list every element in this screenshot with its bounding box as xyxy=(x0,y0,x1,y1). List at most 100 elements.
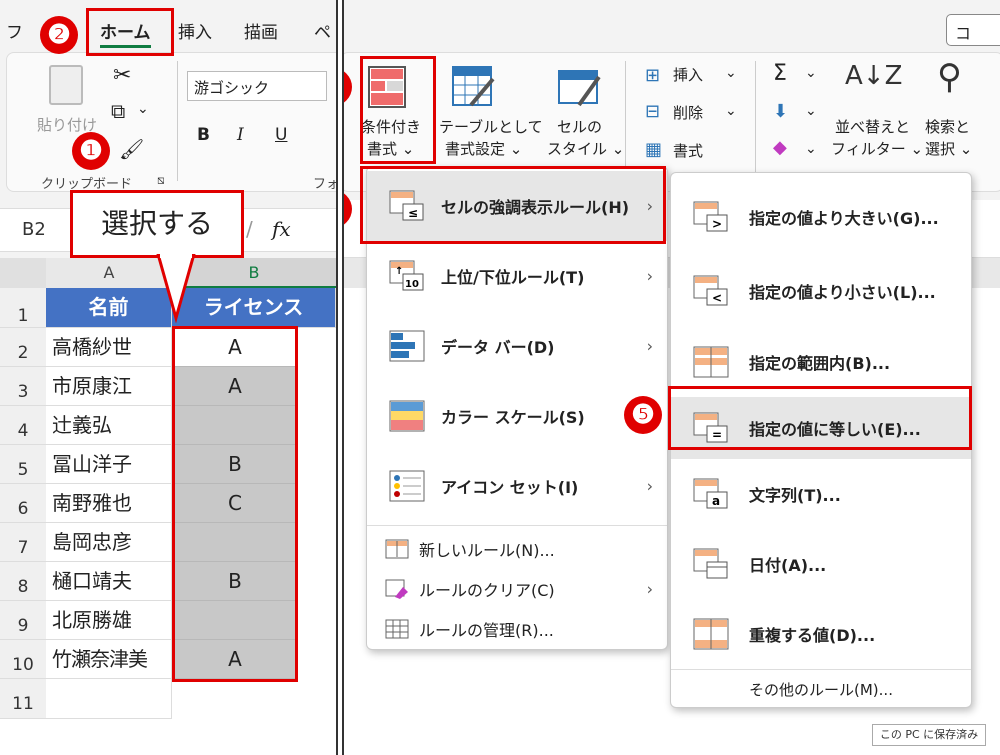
menu-item-top-bottom[interactable]: ↑ 10 上位/下位ルール(T) › xyxy=(367,241,667,311)
submenu-item-greater-than[interactable]: > 指定の値より大きい(G)... xyxy=(671,179,971,255)
cell-styles-icon[interactable] xyxy=(557,65,601,109)
color-scale-icon xyxy=(389,400,425,432)
dialog-launcher-icon[interactable]: ⧅ xyxy=(157,173,165,188)
table-cell[interactable]: 竹瀬奈津美 xyxy=(46,640,172,679)
between-icon xyxy=(693,346,729,378)
select-all-corner[interactable] xyxy=(0,258,46,288)
duplicate-values-icon xyxy=(693,618,729,650)
tab-insert[interactable]: 挿入 xyxy=(178,18,212,43)
find-select-label2[interactable]: 選択 ⌄ xyxy=(925,139,972,159)
comment-button[interactable]: コ xyxy=(946,14,1000,46)
row-header[interactable]: 8 xyxy=(0,562,46,601)
format-painter-icon[interactable]: 🖌 xyxy=(119,137,144,161)
chevron-right-icon: › xyxy=(646,336,653,356)
clear-icon[interactable]: ◆ xyxy=(773,137,787,158)
equal-to-highlight xyxy=(668,386,972,450)
save-status: この PC に保存済み xyxy=(872,724,986,746)
clear-rules-icon xyxy=(385,579,408,599)
menu-item-data-bar[interactable]: データ バー(D) › xyxy=(367,311,667,381)
name-box[interactable]: B2 xyxy=(22,219,46,240)
clear-dropdown-icon[interactable]: ⌄ xyxy=(805,141,817,157)
less-than-icon: < xyxy=(693,275,728,306)
fill-dropdown-icon[interactable]: ⌄ xyxy=(805,103,817,119)
copy-icon[interactable]: ⧉ xyxy=(111,99,125,123)
menu-item-color-scale[interactable]: カラー スケール(S) xyxy=(367,381,667,451)
data-bar-icon xyxy=(389,330,425,362)
function-icon[interactable]: fx xyxy=(272,217,291,241)
format-as-table-icon[interactable] xyxy=(451,65,495,109)
row-header[interactable]: 5 xyxy=(0,445,46,484)
sort-filter-button[interactable]: 並べ替えと xyxy=(835,117,910,137)
step-5-marker: ❺ xyxy=(624,396,662,434)
greater-than-icon: > xyxy=(693,201,728,232)
row-header[interactable]: 1 xyxy=(0,288,46,328)
paste-icon[interactable] xyxy=(49,65,83,105)
insert-cells-icon[interactable]: ⊞ xyxy=(645,65,660,86)
menu-item-manage-rules[interactable]: ルールの管理(R)... xyxy=(367,609,667,649)
submenu-item-more-rules[interactable]: その他のルール(M)... xyxy=(671,679,971,700)
find-select-button[interactable]: 検索と xyxy=(925,117,970,137)
delete-cells-icon[interactable]: ⊟ xyxy=(645,101,660,122)
group-divider xyxy=(177,61,178,181)
autosum-dropdown-icon[interactable]: ⌄ xyxy=(805,65,817,81)
selection-highlight-box xyxy=(172,326,298,682)
submenu-item-less-than[interactable]: < 指定の値より小さい(L)... xyxy=(671,255,971,327)
fill-icon[interactable]: ⬇ xyxy=(773,101,788,122)
submenu-item-text-contains[interactable]: a 文字列(T)... xyxy=(671,459,971,529)
chevron-right-icon: › xyxy=(646,266,653,286)
row-header[interactable]: 6 xyxy=(0,484,46,523)
row-header[interactable]: 7 xyxy=(0,523,46,562)
cut-icon[interactable]: ✂ xyxy=(113,63,131,88)
step-1-marker: ❶ xyxy=(72,132,110,170)
table-cell[interactable]: 辻義弘 xyxy=(46,406,172,445)
home-tab-highlight xyxy=(86,8,174,56)
menu-item-clear-rules[interactable]: ルールのクリア(C) › xyxy=(367,569,667,609)
row-header[interactable]: 11 xyxy=(0,679,46,719)
sort-filter-icon[interactable]: A↓Z xyxy=(845,61,902,91)
table-cell[interactable]: 島岡忠彦 xyxy=(46,523,172,562)
menu-item-icon-set[interactable]: アイコン セット(I) › xyxy=(367,451,667,521)
icon-set-icon xyxy=(389,470,425,502)
row-header[interactable]: 2 xyxy=(0,328,46,367)
row-header[interactable]: 4 xyxy=(0,406,46,445)
menu-item-new-rule[interactable]: 新しいルール(N)... xyxy=(367,529,667,569)
table-cell[interactable]: 市原康江 xyxy=(46,367,172,406)
tab-draw[interactable]: 描画 xyxy=(244,18,278,43)
delete-dropdown-icon[interactable]: ⌄ xyxy=(725,103,737,119)
bold-button[interactable]: B xyxy=(197,125,210,145)
italic-button[interactable]: I xyxy=(237,125,244,145)
left-panel: フ ホーム 挿入 描画 ペ 貼り付け ✂ ⧉ ⌄ 🖌 クリップボード ⧅ 游ゴシ… xyxy=(0,0,336,755)
row-header[interactable]: 10 xyxy=(0,640,46,679)
copy-dropdown-icon[interactable]: ⌄ xyxy=(137,101,149,117)
tab-file[interactable]: フ xyxy=(6,18,23,43)
svg-text:>: > xyxy=(712,217,722,231)
format-as-table-label2[interactable]: 書式設定 ⌄ xyxy=(445,139,522,159)
table-cell[interactable] xyxy=(46,679,172,719)
format-as-table-button[interactable]: テーブルとして xyxy=(439,117,543,137)
table-cell[interactable]: 樋口靖夫 xyxy=(46,562,172,601)
row-header[interactable]: 9 xyxy=(0,601,46,640)
table-cell[interactable]: 北原勝雄 xyxy=(46,601,172,640)
insert-dropdown-icon[interactable]: ⌄ xyxy=(725,65,737,81)
search-icon[interactable]: ⚲ xyxy=(937,57,962,97)
right-panel: コ 条件付き 書式 ⌄ テーブルとして 書式設定 ⌄ セルの スタイル ⌄ ⊞ … xyxy=(344,0,1000,755)
format-cells-button[interactable]: 書式 xyxy=(673,141,703,161)
format-cells-icon[interactable]: ▦ xyxy=(645,139,662,160)
row-header[interactable]: 3 xyxy=(0,367,46,406)
sort-filter-label2[interactable]: フィルター ⌄ xyxy=(831,139,923,159)
font-name-box[interactable]: 游ゴシック xyxy=(187,71,327,101)
date-icon xyxy=(693,548,728,579)
table-cell[interactable]: 南野雅也 xyxy=(46,484,172,523)
highlight-rules-highlight xyxy=(360,166,666,244)
submenu-item-duplicate[interactable]: 重複する値(D)... xyxy=(671,599,971,669)
table-cell[interactable]: 高橋紗世 xyxy=(46,328,172,367)
cell-styles-button[interactable]: セルの xyxy=(557,117,602,137)
underline-button[interactable]: U xyxy=(275,125,287,145)
tab-page[interactable]: ペ xyxy=(314,18,331,43)
table-cell[interactable]: 冨山洋子 xyxy=(46,445,172,484)
delete-cells-button[interactable]: 削除 xyxy=(673,103,703,123)
insert-cells-button[interactable]: 挿入 xyxy=(673,65,703,85)
autosum-icon[interactable]: Σ xyxy=(773,61,787,86)
cell-styles-label2[interactable]: スタイル ⌄ xyxy=(547,139,624,159)
submenu-item-date[interactable]: 日付(A)... xyxy=(671,529,971,599)
